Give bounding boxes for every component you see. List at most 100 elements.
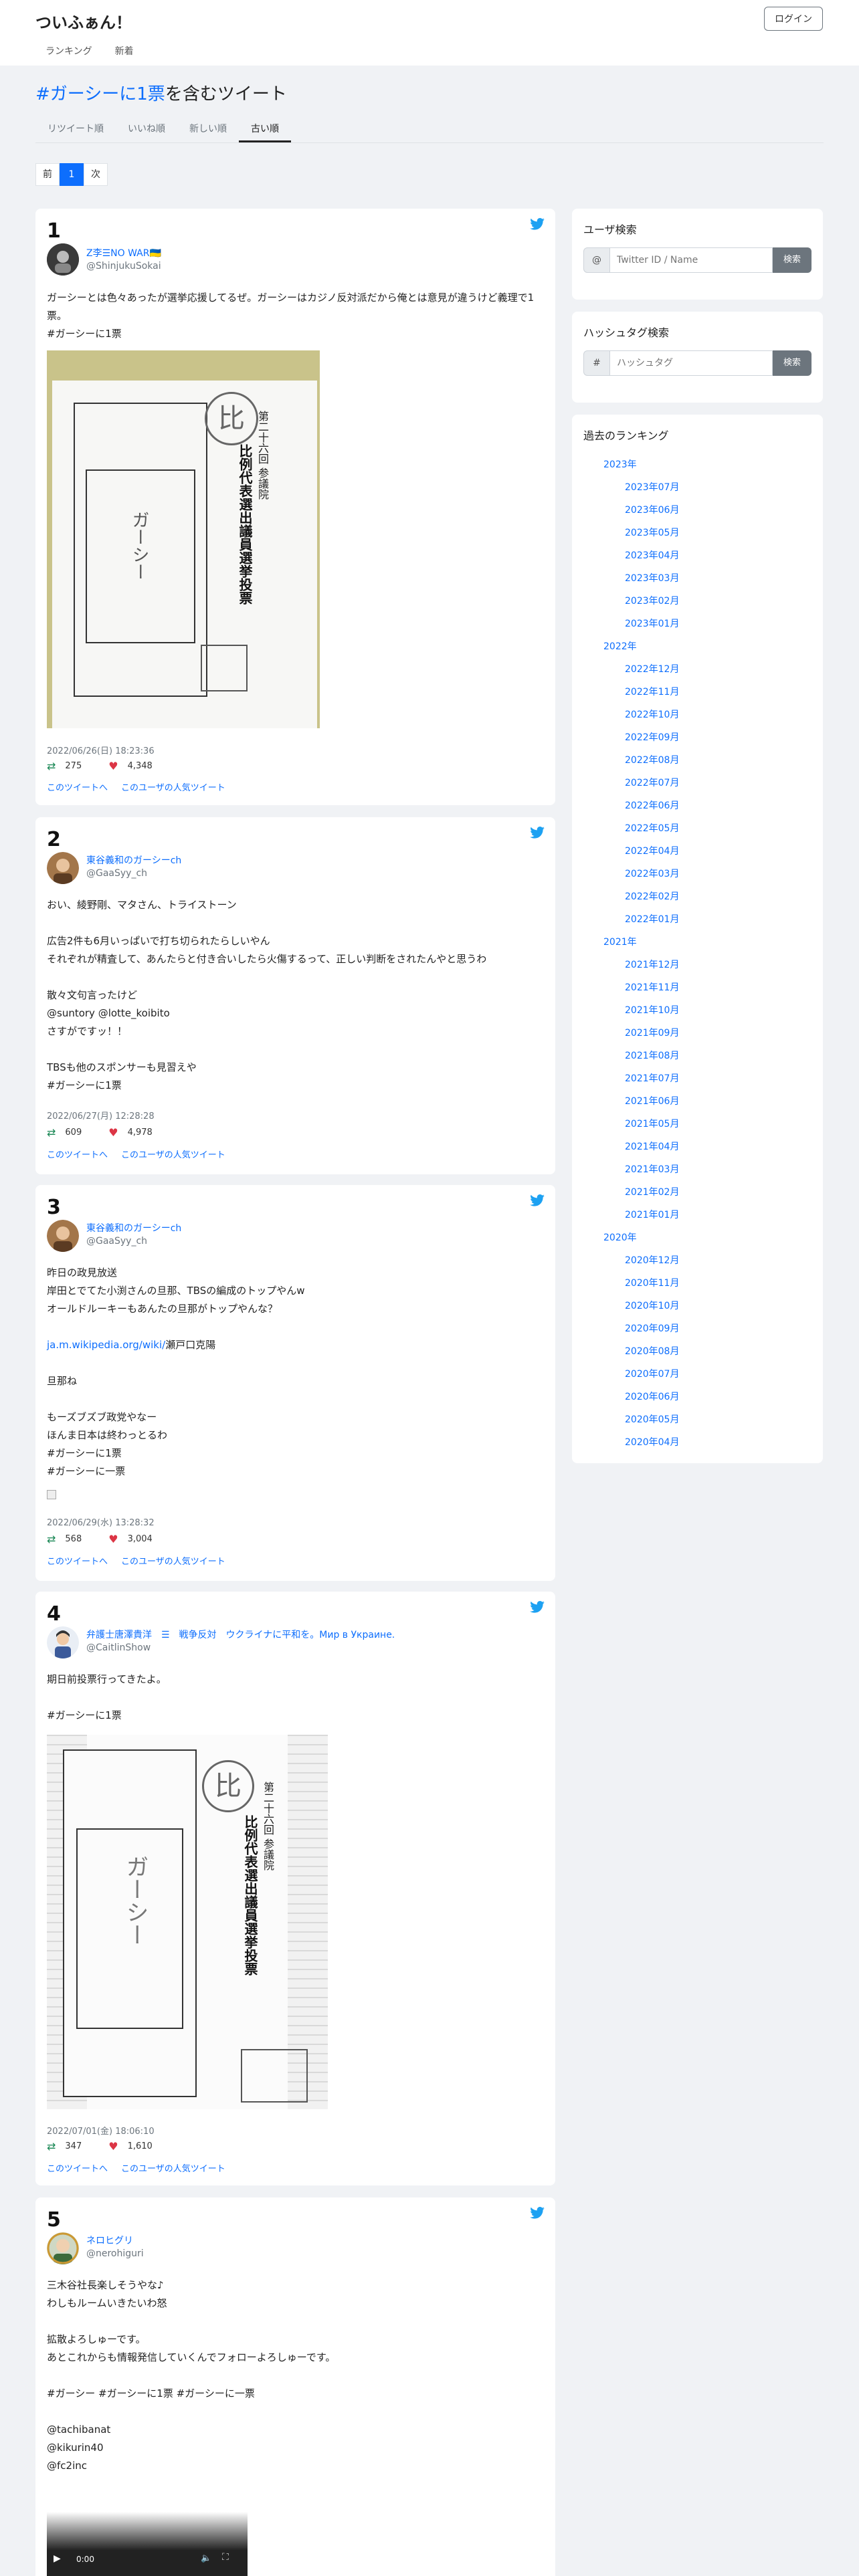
tab-oldest[interactable]: 古い順 <box>239 115 291 142</box>
wiki-link[interactable]: ja.m.wikipedia.org/wiki/ <box>47 1339 165 1351</box>
ranking-year-link[interactable]: 2022年 <box>603 635 679 658</box>
ranking-month-link[interactable]: 2022年01月 <box>625 908 679 931</box>
ranking-month-link[interactable]: 2020年08月 <box>625 1340 679 1363</box>
avatar[interactable] <box>47 243 79 276</box>
ranking-month-link[interactable]: 2021年07月 <box>625 1067 679 1090</box>
tweet-link[interactable]: このツイートへ <box>47 1554 108 1567</box>
tweet-link[interactable]: このツイートへ <box>47 1148 108 1160</box>
twitter-icon[interactable] <box>530 1194 545 1206</box>
fullscreen-icon[interactable]: ⛶ <box>222 2552 229 2563</box>
avatar[interactable] <box>47 1626 79 1658</box>
twitter-icon[interactable] <box>530 218 545 230</box>
ranking-month-link[interactable]: 2022年08月 <box>625 749 679 772</box>
ranking-month-link[interactable]: 2021年11月 <box>625 976 679 999</box>
ranking-month-link[interactable]: 2022年03月 <box>625 863 679 885</box>
hashtag-link[interactable]: #ガーシーに1票 <box>47 325 122 343</box>
ranking-year-link[interactable]: 2020年 <box>603 1226 679 1249</box>
hashtag-links[interactable]: #ガーシー #ガーシーに1票 #ガーシーに一票 <box>47 2385 255 2403</box>
ranking-month-link[interactable]: 2021年08月 <box>625 1045 679 1067</box>
ranking-year-link[interactable]: 2021年 <box>603 931 679 954</box>
twitter-icon[interactable] <box>530 2207 545 2219</box>
ranking-month-link[interactable]: 2023年07月 <box>625 476 679 499</box>
ranking-month-link[interactable]: 2020年10月 <box>625 1295 679 1317</box>
ranking-month-link[interactable]: 2021年02月 <box>625 1181 679 1204</box>
tab-newest[interactable]: 新しい順 <box>177 115 239 142</box>
ranking-month-link[interactable]: 2021年05月 <box>625 1113 679 1136</box>
hashtag-link[interactable]: #ガーシーに1票 <box>35 84 165 104</box>
hashtag-search-button[interactable]: 検索 <box>773 350 812 376</box>
ranking-month-link[interactable]: 2023年01月 <box>625 613 679 635</box>
nav-new[interactable]: 新着 <box>115 44 134 58</box>
ranking-month-link[interactable]: 2021年04月 <box>625 1136 679 1158</box>
ranking-month-link[interactable]: 2022年06月 <box>625 794 679 817</box>
pager-current[interactable]: 1 <box>60 163 84 186</box>
ranking-month-link[interactable]: 2021年12月 <box>625 954 679 976</box>
twitter-icon[interactable] <box>530 827 545 839</box>
ranking-month-link[interactable]: 2022年05月 <box>625 817 679 840</box>
play-icon[interactable]: ▶ <box>54 2553 61 2564</box>
tab-retweet[interactable]: リツイート順 <box>35 115 116 142</box>
ranking-month-link[interactable]: 2022年09月 <box>625 726 679 749</box>
user-popular-link[interactable]: このユーザの人気ツイート <box>121 780 225 793</box>
video-player[interactable]: ▶ 0:00 🔈 ⛶ <box>47 2512 248 2576</box>
ranking-month-link[interactable]: 2022年02月 <box>625 885 679 908</box>
twitter-icon[interactable] <box>530 1601 545 1613</box>
ranking-month-link[interactable]: 2023年03月 <box>625 567 679 590</box>
avatar[interactable] <box>47 852 79 884</box>
user-name-link[interactable]: ネロヒグリ <box>86 2234 133 2247</box>
hashtag-search-input[interactable] <box>610 350 773 376</box>
ranking-month-link[interactable]: 2021年10月 <box>625 999 679 1022</box>
ranking-month-link[interactable]: 2022年10月 <box>625 704 679 726</box>
user-popular-link[interactable]: このユーザの人気ツイート <box>121 1554 225 1567</box>
ranking-month-link[interactable]: 2020年11月 <box>625 1272 679 1295</box>
nav-ranking[interactable]: ランキング <box>45 44 92 58</box>
mention-link[interactable]: @kikurin40 <box>47 2439 104 2457</box>
tweet-link[interactable]: このツイートへ <box>47 780 108 793</box>
ranking-month-link[interactable]: 2021年01月 <box>625 1204 679 1226</box>
ranking-year-link[interactable]: 2023年 <box>603 453 679 476</box>
ranking-month-link[interactable]: 2023年06月 <box>625 499 679 522</box>
user-name-link[interactable]: 東谷義和のガーシーch <box>86 853 181 867</box>
user-popular-link[interactable]: このユーザの人気ツイート <box>121 2161 225 2174</box>
site-brand[interactable]: ついふぁん！ <box>35 9 132 33</box>
user-name-link[interactable]: 東谷義和のガーシーch <box>86 1221 181 1235</box>
ranking-month-link[interactable]: 2022年11月 <box>625 681 679 704</box>
login-button[interactable]: ログイン <box>764 7 823 31</box>
mention-link[interactable]: @tachibanat <box>47 2421 110 2439</box>
user-name-link[interactable]: Z李☰NO WAR🇺🇦 <box>86 246 161 259</box>
hashtag-link[interactable]: #ガーシーに1票 <box>47 1707 122 1725</box>
volume-icon[interactable]: 🔈 <box>201 2553 211 2563</box>
tab-likes[interactable]: いいね順 <box>116 115 177 142</box>
ranking-month-link[interactable]: 2023年04月 <box>625 544 679 567</box>
ranking-month-link[interactable]: 2023年05月 <box>625 522 679 544</box>
ranking-month-link[interactable]: 2022年07月 <box>625 772 679 794</box>
ranking-month-link[interactable]: 2023年02月 <box>625 590 679 613</box>
avatar[interactable] <box>47 2232 79 2264</box>
user-search-input[interactable] <box>610 247 773 273</box>
ranking-month-link[interactable]: 2020年07月 <box>625 1363 679 1386</box>
ranking-month-link[interactable]: 2021年03月 <box>625 1158 679 1181</box>
ranking-month-link[interactable]: 2020年12月 <box>625 1249 679 1272</box>
hashtag-link[interactable]: #ガーシーに一票 <box>47 1463 125 1481</box>
user-search-button[interactable]: 検索 <box>773 247 812 273</box>
ranking-month-link[interactable]: 2021年06月 <box>625 1090 679 1113</box>
ranking-month-link[interactable]: 2020年05月 <box>625 1408 679 1431</box>
tweet-link[interactable]: このツイートへ <box>47 2161 108 2174</box>
user-popular-link[interactable]: このユーザの人気ツイート <box>121 1148 225 1160</box>
ranking-month-link[interactable]: 2022年04月 <box>625 840 679 863</box>
hashtag-link[interactable]: #ガーシーに1票 <box>47 1444 122 1463</box>
ranking-month-link[interactable]: 2021年09月 <box>625 1022 679 1045</box>
hashtag-link[interactable]: #ガーシーに1票 <box>47 1077 122 1095</box>
ranking-month-link[interactable]: 2020年09月 <box>625 1317 679 1340</box>
ranking-month-link[interactable]: 2020年04月 <box>625 1431 679 1454</box>
mention-link[interactable]: @fc2inc <box>47 2457 87 2475</box>
pager-next[interactable]: 次 <box>84 163 108 186</box>
ranking-month-link[interactable]: 2020年06月 <box>625 1386 679 1408</box>
avatar[interactable] <box>47 1220 79 1252</box>
ballot-photo[interactable]: ガーシー 比 第二十六回 参議院 比例代表選出議員選挙投票 <box>47 350 320 728</box>
ranking-month-link[interactable]: 2022年12月 <box>625 658 679 681</box>
ballot-photo[interactable]: ガーシー 比 第二十六回 参議院 比例代表選出議員選挙投票 <box>47 1735 328 2109</box>
user-name-link[interactable]: 弁護士唐澤貴洋 ☰ 戦争反対 ウクライナに平和を。Мир в Украине. <box>86 1628 395 1641</box>
mention-links[interactable]: @suntory @lotte_koibito <box>47 1004 170 1023</box>
pager-prev[interactable]: 前 <box>35 163 60 186</box>
